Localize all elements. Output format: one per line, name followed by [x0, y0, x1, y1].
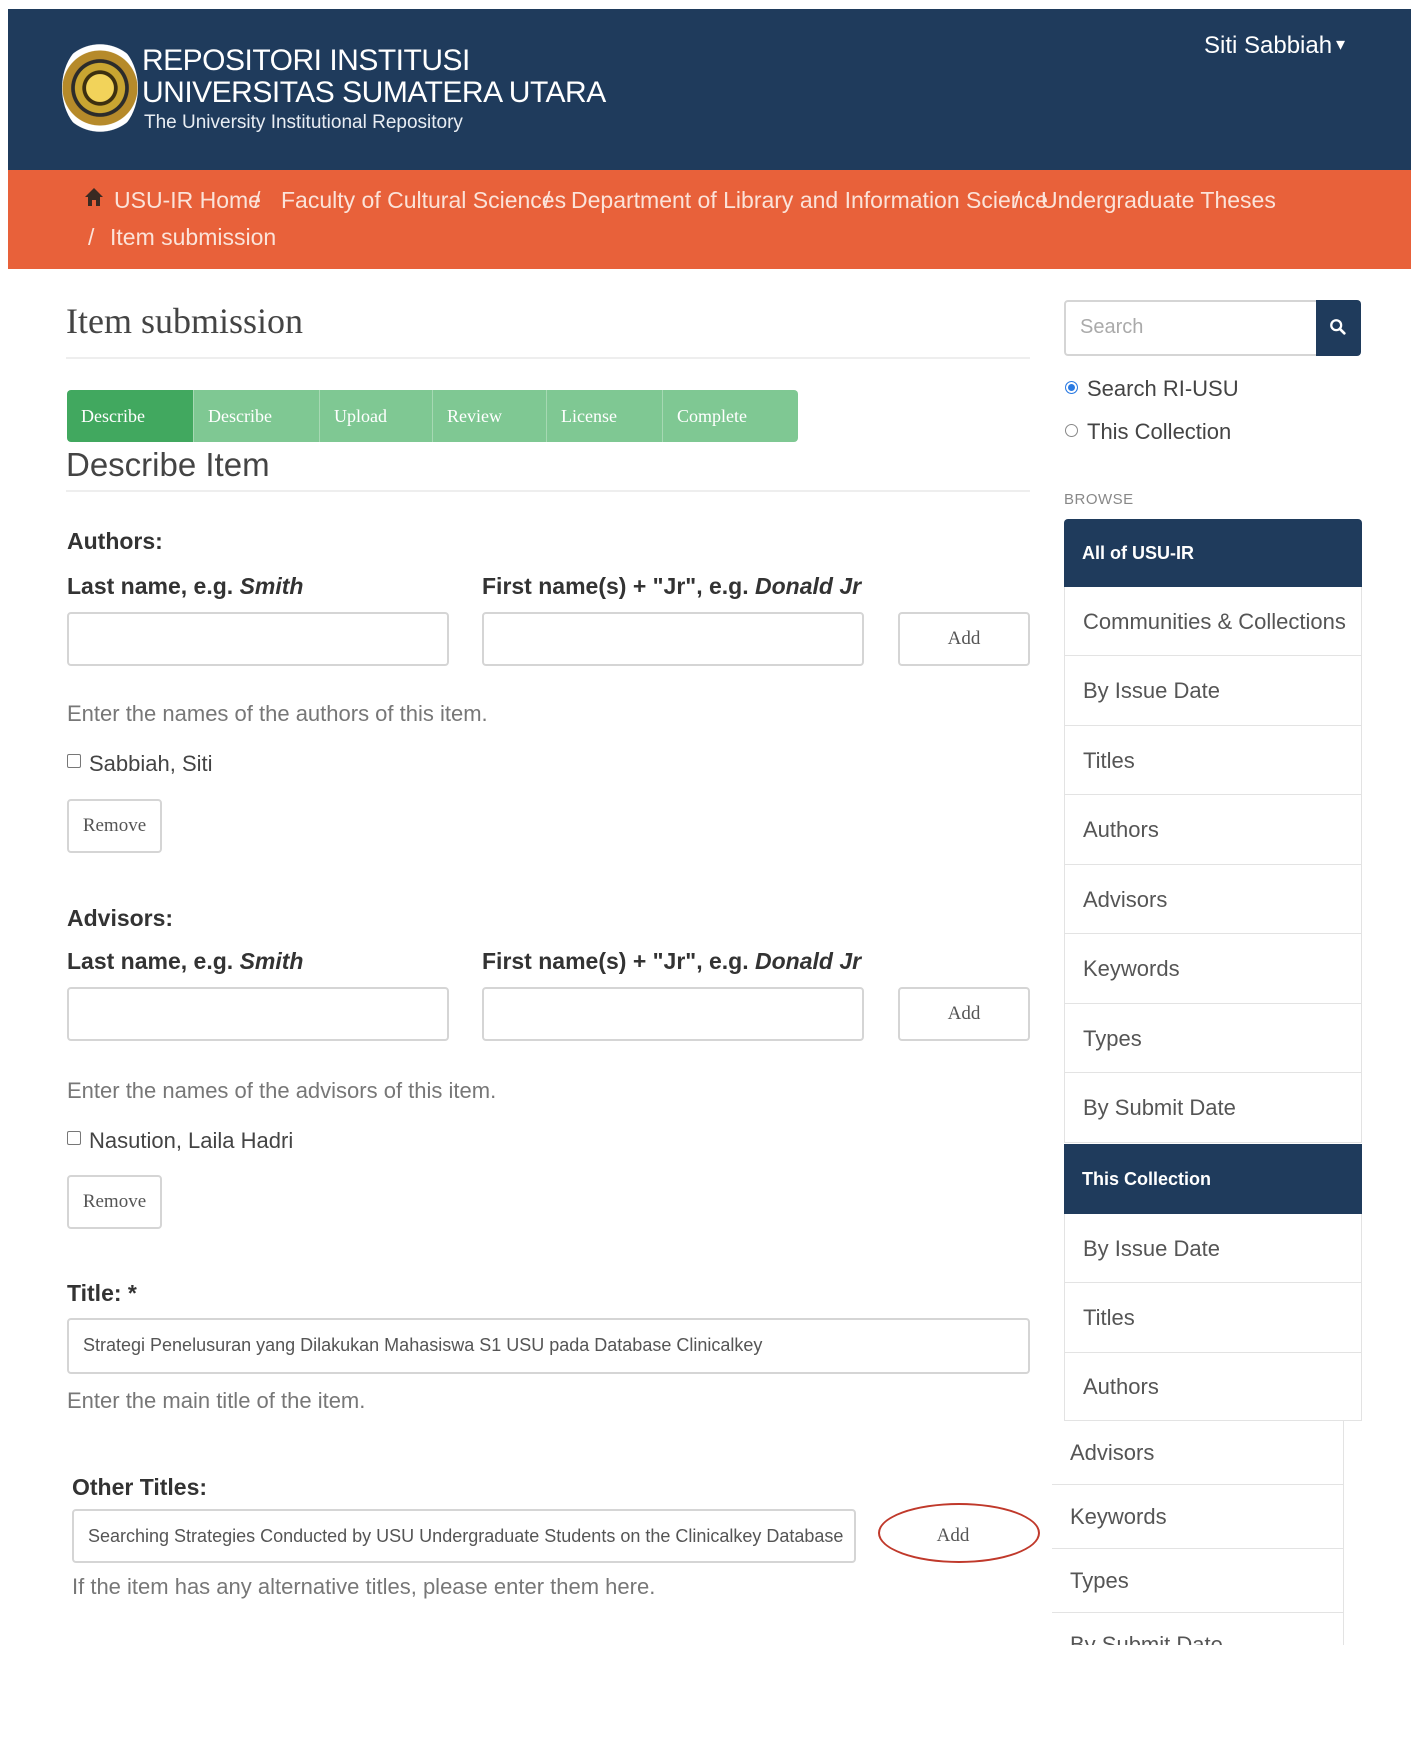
authors-first-name-label: First name(s) + "Jr", e.g. Donald Jr	[482, 573, 862, 599]
advisors-remove-button[interactable]: Remove	[67, 1175, 162, 1229]
nav-item-titles[interactable]: Titles	[1064, 726, 1362, 795]
scope-radio-collection[interactable]	[1065, 424, 1078, 437]
nav-item-collection-submit-date[interactable]: By Submit Date	[1052, 1613, 1344, 1645]
authors-last-name-input[interactable]	[67, 612, 449, 666]
search-input[interactable]: Search	[1064, 300, 1318, 356]
authors-remove-button[interactable]: Remove	[67, 799, 162, 853]
advisors-first-name-input[interactable]	[482, 987, 864, 1041]
other-titles-help-text: If the item has any alternative titles, …	[72, 1574, 656, 1599]
step-complete[interactable]: Complete	[662, 390, 798, 442]
breadcrumb-separator: /	[88, 224, 95, 250]
step-describe-1[interactable]: Describe	[67, 390, 193, 442]
search-placeholder: Search	[1080, 316, 1144, 338]
nav-item-collection-keywords[interactable]: Keywords	[1052, 1485, 1344, 1549]
page-title: Item submission	[66, 301, 304, 341]
divider	[66, 490, 1030, 492]
caret-down-icon[interactable]: ▾	[1336, 34, 1345, 55]
site-subtitle: The University Institutional Repository	[144, 112, 463, 133]
breadcrumb-home[interactable]: USU-IR Home	[114, 187, 261, 214]
nav-item-collection-authors[interactable]: Authors	[1064, 1353, 1362, 1421]
author-entry-checkbox[interactable]	[67, 754, 81, 768]
title-label: Title: *	[67, 1280, 137, 1306]
advisors-last-name-label: Last name, e.g. Smith	[67, 948, 304, 974]
advisors-first-name-label: First name(s) + "Jr", e.g. Donald Jr	[482, 948, 862, 974]
breadcrumb	[8, 170, 1411, 269]
authors-last-name-label: Last name, e.g. Smith	[67, 573, 304, 599]
section-title: Describe Item	[66, 446, 270, 483]
nav-item-collection-titles[interactable]: Titles	[1064, 1283, 1362, 1353]
nav-item-collection-types[interactable]: Types	[1052, 1549, 1344, 1613]
divider	[66, 357, 1030, 359]
authors-first-name-input[interactable]	[482, 612, 864, 666]
university-logo[interactable]	[62, 39, 138, 137]
scope-radio-all[interactable]	[1065, 381, 1078, 394]
step-review[interactable]: Review	[432, 390, 546, 442]
nav-item-collection-advisors[interactable]: Advisors	[1052, 1421, 1344, 1485]
nav-item-keywords[interactable]: Keywords	[1064, 934, 1362, 1004]
home-icon[interactable]	[84, 187, 104, 207]
breadcrumb-faculty[interactable]: Faculty of Cultural Sciences	[281, 187, 566, 214]
site-title-line1[interactable]: REPOSITORI INSTITUSI	[142, 44, 470, 78]
breadcrumb-separator: /	[254, 187, 261, 213]
advisor-entry-checkbox[interactable]	[67, 1131, 81, 1145]
other-titles-input[interactable]: Searching Strategies Conducted by USU Un…	[72, 1509, 856, 1563]
breadcrumb-current: Item submission	[110, 224, 277, 250]
breadcrumb-collection[interactable]: Undergraduate Theses	[1041, 187, 1276, 214]
advisor-entry-label: Nasution, Laila Hadri	[89, 1128, 294, 1153]
user-menu[interactable]: Siti Sabbiah	[1204, 32, 1332, 60]
advisors-add-button[interactable]: Add	[898, 987, 1030, 1041]
advisors-last-name-input[interactable]	[67, 987, 449, 1041]
nav-item-collection-issue-date[interactable]: By Issue Date	[1064, 1214, 1362, 1283]
nav-heading-collection: This Collection	[1064, 1144, 1362, 1214]
step-license[interactable]: License	[546, 390, 662, 442]
nav-item-authors[interactable]: Authors	[1064, 795, 1362, 865]
step-describe-2[interactable]: Describe	[193, 390, 319, 442]
authors-help-text: Enter the names of the authors of this i…	[67, 701, 488, 726]
submission-progress: Describe Describe Upload Review License …	[67, 390, 798, 442]
nav-item-issue-date[interactable]: By Issue Date	[1064, 656, 1362, 726]
nav-item-communities[interactable]: Communities & Collections	[1064, 587, 1362, 656]
title-input[interactable]: Strategi Penelusuran yang Dilakukan Maha…	[67, 1318, 1030, 1374]
nav-item-submit-date[interactable]: By Submit Date	[1064, 1073, 1362, 1143]
scope-label-collection: This Collection	[1087, 419, 1232, 444]
breadcrumb-department[interactable]: Department of Library and Information Sc…	[571, 187, 1048, 214]
advisors-help-text: Enter the names of the advisors of this …	[67, 1078, 497, 1103]
breadcrumb-separator: /	[1014, 187, 1021, 213]
title-help-text: Enter the main title of the item.	[67, 1388, 366, 1413]
nav-heading-all: All of USU-IR	[1064, 519, 1362, 587]
nav-item-types[interactable]: Types	[1064, 1004, 1362, 1073]
breadcrumb-separator: /	[544, 187, 551, 213]
advisors-label: Advisors:	[67, 905, 174, 931]
site-title-line2[interactable]: UNIVERSITAS SUMATERA UTARA	[142, 76, 606, 110]
search-icon	[1330, 319, 1346, 335]
search-button[interactable]	[1316, 300, 1361, 356]
authors-add-button[interactable]: Add	[898, 612, 1030, 666]
authors-label: Authors:	[67, 528, 163, 554]
step-upload[interactable]: Upload	[319, 390, 432, 442]
scope-label-all: Search RI-USU	[1087, 376, 1239, 401]
other-titles-label: Other Titles:	[72, 1474, 208, 1500]
highlight-circle	[878, 1503, 1040, 1563]
browse-heading: BROWSE	[1064, 491, 1134, 508]
author-entry-label: Sabbiah, Siti	[89, 751, 213, 776]
nav-item-advisors[interactable]: Advisors	[1064, 865, 1362, 934]
